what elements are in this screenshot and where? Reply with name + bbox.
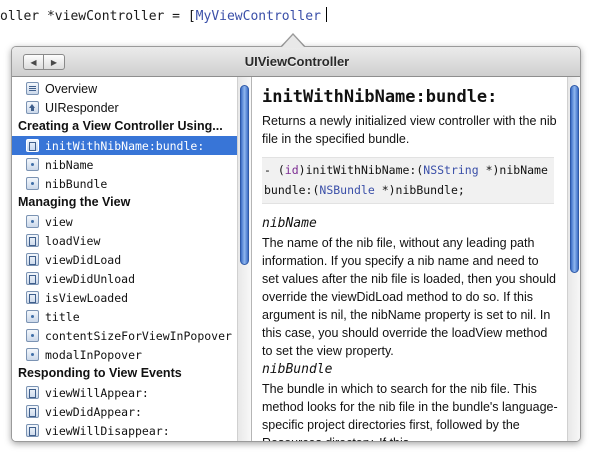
sidebar-item-label: viewWillDisappear:: [45, 423, 170, 438]
content-scrollbar[interactable]: [567, 77, 580, 441]
sidebar-item[interactable]: UIResponder: [12, 98, 237, 117]
sidebar-item[interactable]: initWithNibName:bundle:: [12, 136, 237, 155]
symbol-sidebar: Overview UIResponder Creating a View Contr…: [12, 77, 237, 441]
sidebar-scrollbar[interactable]: [237, 77, 251, 441]
sidebar-item[interactable]: viewWillAppear:: [12, 383, 237, 402]
method-icon: [26, 386, 39, 399]
return-type: id: [284, 163, 299, 177]
sidebar-item-label: UIResponder: [45, 100, 119, 115]
sidebar-item-label: view: [45, 214, 73, 229]
code-prefix: oller *viewController = [: [0, 9, 196, 24]
param-name: nibBundle: [262, 362, 333, 377]
method-abstract: Returns a newly initialized view control…: [262, 114, 557, 146]
sidebar-item[interactable]: isViewLoaded: [12, 288, 237, 307]
popover-pointer-fill: [281, 35, 305, 48]
property-icon: [26, 310, 39, 323]
method-icon: [26, 424, 39, 437]
declaration-line-2: bundle:(NSBundle *)nibBundle;: [264, 183, 465, 197]
param-description: The name of the nib file, without any le…: [262, 236, 556, 358]
sidebar-item-label: viewDidAppear:: [45, 404, 142, 419]
sidebar-item-label: contentSizeForViewInPopover: [45, 328, 232, 343]
code-class-name: MyViewController: [195, 9, 321, 24]
sidebar-item[interactable]: viewDidUnload: [12, 269, 237, 288]
sidebar-item[interactable]: viewDidAppear:: [12, 402, 237, 421]
popover-titlebar: ◀ ▶ UIViewController: [12, 47, 580, 77]
documentation-content: initWithNibName:bundle: Returns a newly …: [262, 77, 562, 441]
sidebar-item-label: initWithNibName:bundle:: [45, 138, 205, 153]
sidebar-scroll-thumb[interactable]: [240, 85, 249, 265]
sidebar-item-label: modalInPopover: [45, 347, 142, 362]
method-icon: [26, 291, 39, 304]
sidebar-item[interactable]: nibName: [12, 155, 237, 174]
overview-icon: [26, 82, 39, 95]
popover-title: UIViewController: [244, 54, 350, 69]
property-icon: [26, 348, 39, 361]
sidebar-item-label: Overview: [45, 81, 98, 96]
property-icon: [26, 177, 39, 190]
quick-help-popover: ◀ ▶ UIViewController Overview UIResponder…: [11, 46, 581, 442]
superclass-icon: [26, 101, 39, 114]
code-editor-line[interactable]: oller *viewController = [MyViewControlle…: [0, 7, 327, 27]
sidebar-item-label: viewDidLoad: [45, 252, 122, 267]
sidebar-section-header: Responding to View Events: [18, 366, 182, 380]
sidebar-item-label: loadView: [45, 233, 101, 248]
sidebar-item-label: nibBundle: [45, 176, 108, 191]
content-scroll-thumb[interactable]: [570, 85, 579, 273]
sidebar-item-label: viewWillAppear:: [45, 385, 149, 400]
sidebar-item[interactable]: modalInPopover: [12, 345, 237, 364]
sidebar-item-label: isViewLoaded: [45, 290, 129, 305]
sidebar-item[interactable]: title: [12, 307, 237, 326]
method-icon: [26, 139, 39, 152]
sidebar-item[interactable]: viewDidLoad: [12, 250, 237, 269]
sidebar-item[interactable]: viewWillDisappear:: [12, 421, 237, 440]
method-icon: [26, 405, 39, 418]
param-type-1: NSString: [423, 163, 479, 177]
method-icon: [26, 234, 39, 247]
property-icon: [26, 158, 39, 171]
method-icon: [26, 272, 39, 285]
sidebar-section-header: Creating a View Controller Using...: [18, 119, 223, 133]
param-type-2: NSBundle: [319, 183, 375, 197]
method-icon: [26, 253, 39, 266]
property-icon: [26, 215, 39, 228]
declaration-line-1: - (id)initWithNibName:(NSString *)nibNam…: [264, 163, 548, 177]
sidebar-item[interactable]: Overview: [12, 79, 237, 98]
param-description: The bundle in which to search for the ni…: [262, 382, 558, 441]
sidebar-item[interactable]: nibBundle: [12, 174, 237, 193]
sidebar-item-label: nibName: [45, 157, 94, 172]
property-icon: [26, 329, 39, 342]
sidebar-section-header: Managing the View: [18, 195, 131, 209]
method-declaration: - (id)initWithNibName:(NSString *)nibNam…: [262, 157, 554, 204]
param-name: nibName: [262, 216, 317, 231]
sidebar-item[interactable]: contentSizeForViewInPopover: [12, 326, 237, 345]
sidebar-item[interactable]: view: [12, 212, 237, 231]
method-title: initWithNibName:bundle:: [262, 87, 498, 107]
sidebar-item-label: viewDidUnload: [45, 271, 136, 286]
text-caret: [325, 7, 327, 22]
sidebar-item-label: title: [45, 309, 80, 324]
sidebar-item[interactable]: loadView: [12, 231, 237, 250]
pane-divider[interactable]: [251, 77, 252, 441]
